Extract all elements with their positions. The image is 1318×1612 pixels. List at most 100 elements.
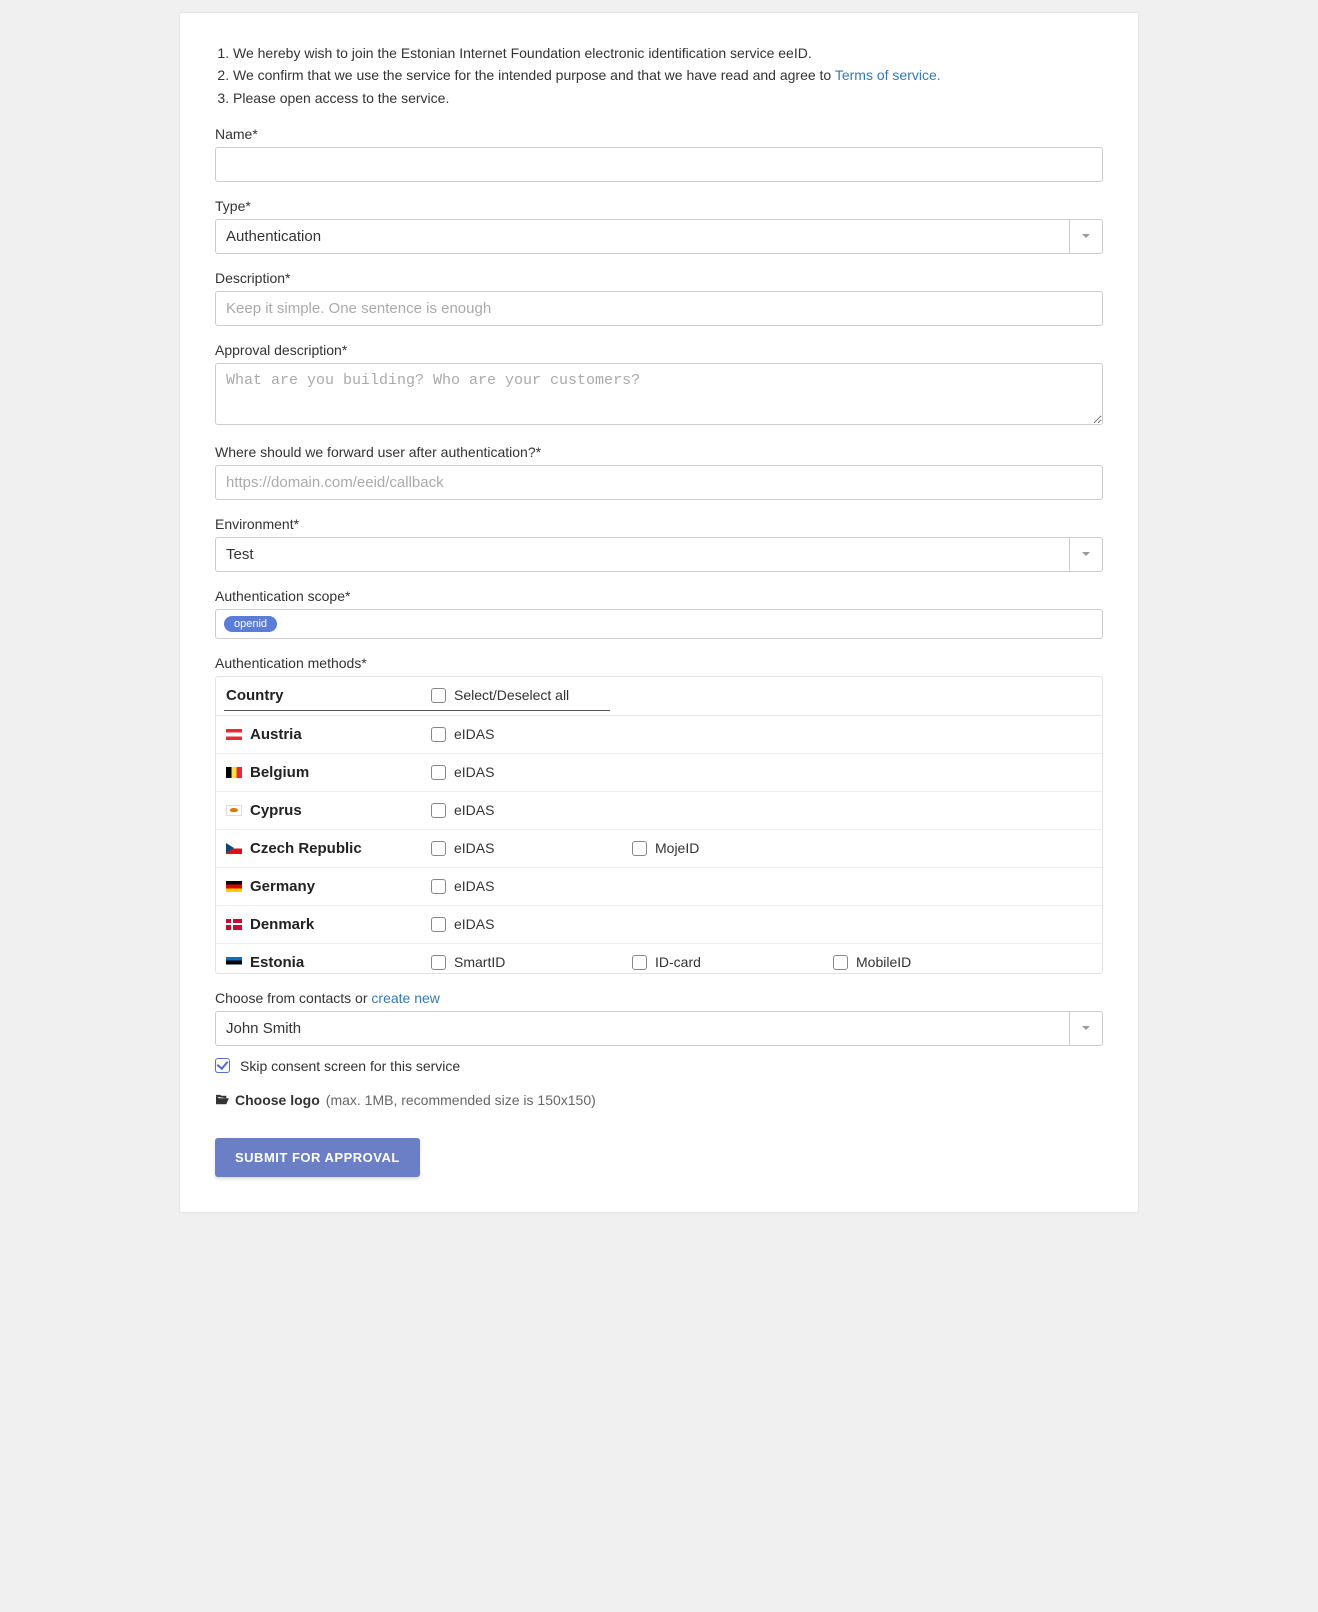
choose-logo-row[interactable]: Choose logo (max. 1MB, recommended size …: [215, 1092, 1103, 1108]
method-checkbox[interactable]: [632, 955, 647, 970]
environment-select-value: Test: [215, 537, 1069, 572]
method-label: eIDAS: [454, 840, 494, 856]
method-checkbox[interactable]: [833, 955, 848, 970]
method-option[interactable]: MobileID: [833, 954, 1008, 970]
name-label: Name*: [215, 126, 1103, 142]
method-row: Czech RepubliceIDASMojeID: [216, 830, 1102, 868]
method-checkbox[interactable]: [431, 917, 446, 932]
flag-icon: [226, 805, 242, 816]
auth-methods-label: Authentication methods*: [215, 655, 1103, 671]
method-label: ID-card: [655, 954, 701, 970]
method-option[interactable]: eIDAS: [431, 878, 606, 894]
country-cell: Austria: [226, 726, 431, 743]
flag-icon: [226, 767, 242, 778]
method-option[interactable]: eIDAS: [431, 840, 606, 856]
select-all-label: Select/Deselect all: [454, 687, 569, 703]
create-new-contact-link[interactable]: create new: [371, 990, 439, 1006]
skip-consent-label: Skip consent screen for this service: [240, 1058, 460, 1074]
terms-link[interactable]: Terms of service.: [835, 67, 941, 83]
choose-logo-hint: (max. 1MB, recommended size is 150x150): [326, 1092, 596, 1108]
method-label: SmartID: [454, 954, 505, 970]
contact-field: Choose from contacts or create new John …: [215, 990, 1103, 1046]
environment-select[interactable]: Test: [215, 537, 1103, 572]
method-row: Cyprus eIDAS: [216, 792, 1102, 830]
method-label: MojeID: [655, 840, 699, 856]
name-field: Name*: [215, 126, 1103, 182]
submit-for-approval-button[interactable]: SUBMIT FOR APPROVAL: [215, 1138, 420, 1177]
method-checkbox[interactable]: [431, 765, 446, 780]
country-name: Estonia: [250, 954, 304, 971]
approval-description-label: Approval description*: [215, 342, 1103, 358]
flag-icon: [226, 957, 242, 968]
contact-select-caret-button[interactable]: [1069, 1011, 1103, 1046]
select-all-option[interactable]: Select/Deselect all: [431, 687, 569, 703]
header-underline: [224, 710, 610, 711]
scope-tag-openid[interactable]: openid: [224, 616, 277, 632]
scope-field: Authentication scope* openid: [215, 588, 1103, 639]
caret-down-icon: [1082, 552, 1090, 556]
environment-field: Environment* Test: [215, 516, 1103, 572]
method-checkbox[interactable]: [431, 879, 446, 894]
country-column-header: Country: [226, 687, 284, 704]
contact-select[interactable]: John Smith: [215, 1011, 1103, 1046]
method-checkbox[interactable]: [431, 803, 446, 818]
method-row: Belgium eIDAS: [216, 754, 1102, 792]
redirect-input[interactable]: [215, 465, 1103, 500]
scope-input[interactable]: openid: [215, 609, 1103, 639]
method-option[interactable]: eIDAS: [431, 916, 606, 932]
type-select-value: Authentication: [215, 219, 1069, 254]
type-select[interactable]: Authentication: [215, 219, 1103, 254]
method-option[interactable]: SmartID: [431, 954, 606, 970]
intro-item-2-text: We confirm that we use the service for t…: [233, 67, 835, 83]
method-checkbox[interactable]: [632, 841, 647, 856]
method-checkbox[interactable]: [431, 727, 446, 742]
methods-cell: eIDAS: [431, 802, 1092, 818]
method-option[interactable]: eIDAS: [431, 802, 606, 818]
country-name: Germany: [250, 878, 315, 895]
methods-cell: eIDAS MojeID: [431, 840, 1092, 856]
method-row: Germany eIDAS: [216, 868, 1102, 906]
country-cell: Germany: [226, 878, 431, 895]
country-cell: Estonia: [226, 954, 431, 971]
flag-icon: [226, 919, 242, 930]
description-label: Description*: [215, 270, 1103, 286]
methods-cell: SmartID ID-card MobileID: [431, 954, 1092, 970]
description-input[interactable]: [215, 291, 1103, 326]
redirect-label: Where should we forward user after authe…: [215, 444, 1103, 460]
caret-down-icon: [1082, 1026, 1090, 1030]
method-checkbox[interactable]: [431, 955, 446, 970]
method-option[interactable]: eIDAS: [431, 764, 606, 780]
type-select-caret-button[interactable]: [1069, 219, 1103, 254]
caret-down-icon: [1082, 234, 1090, 238]
country-name: Cyprus: [250, 802, 302, 819]
method-option[interactable]: eIDAS: [431, 726, 606, 742]
scope-label: Authentication scope*: [215, 588, 1103, 604]
methods-cell: eIDAS: [431, 916, 1092, 932]
method-row: Denmark eIDAS: [216, 906, 1102, 944]
environment-select-caret-button[interactable]: [1069, 537, 1103, 572]
skip-consent-row[interactable]: Skip consent screen for this service: [215, 1058, 1103, 1074]
intro-item-1: We hereby wish to join the Estonian Inte…: [233, 43, 1103, 63]
method-row: Estonia SmartID ID-card MobileID: [216, 944, 1102, 974]
skip-consent-checkbox[interactable]: [215, 1058, 230, 1073]
method-checkbox[interactable]: [431, 841, 446, 856]
country-cell: Belgium: [226, 764, 431, 781]
country-cell: Cyprus: [226, 802, 431, 819]
description-field: Description*: [215, 270, 1103, 326]
method-option[interactable]: MojeID: [632, 840, 807, 856]
intro-item-2: We confirm that we use the service for t…: [233, 65, 1103, 85]
country-name: Denmark: [250, 916, 314, 933]
approval-description-input[interactable]: [215, 363, 1103, 425]
contact-label-text: Choose from contacts or: [215, 990, 371, 1006]
contact-select-value: John Smith: [215, 1011, 1069, 1046]
method-label: eIDAS: [454, 802, 494, 818]
select-all-checkbox[interactable]: [431, 688, 446, 703]
name-input[interactable]: [215, 147, 1103, 182]
environment-label: Environment*: [215, 516, 1103, 532]
country-name: Austria: [250, 726, 302, 743]
flag-icon: [226, 729, 242, 740]
method-label: eIDAS: [454, 764, 494, 780]
contact-label: Choose from contacts or create new: [215, 990, 1103, 1006]
method-option[interactable]: ID-card: [632, 954, 807, 970]
method-label: eIDAS: [454, 726, 494, 742]
